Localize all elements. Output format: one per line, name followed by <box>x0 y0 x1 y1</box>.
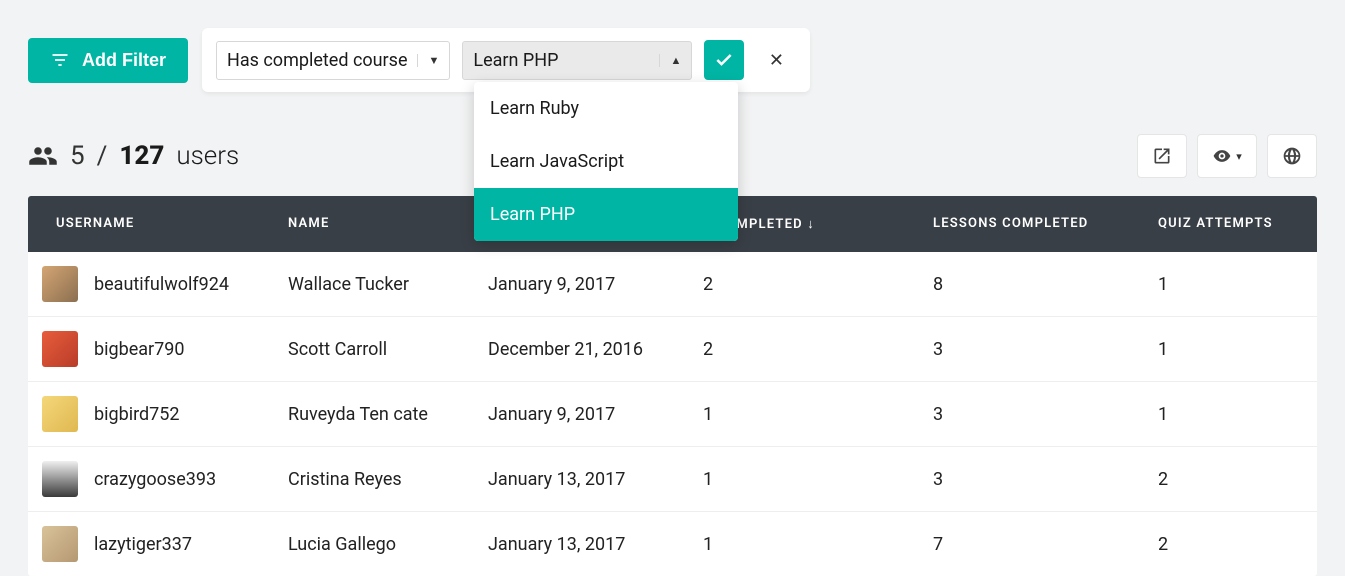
remove-filter-button[interactable]: ✕ <box>756 40 796 80</box>
cell-last: January 9, 2017 <box>468 260 683 309</box>
cell-courses-completed: 1 <box>683 390 913 439</box>
table-row[interactable]: crazygoose393 Cristina Reyes January 13,… <box>28 447 1317 512</box>
globe-icon <box>1282 146 1302 166</box>
add-filter-label: Add Filter <box>82 50 166 71</box>
close-icon: ✕ <box>769 50 784 70</box>
cell-lessons-completed: 3 <box>913 455 1138 504</box>
cell-quiz-attempts: 1 <box>1138 390 1317 439</box>
cell-username: lazytiger337 <box>94 534 192 555</box>
cell-username: beautifulwolf924 <box>94 274 229 295</box>
col-quiz-attempts[interactable]: QUIZ ATTEMPTS <box>1138 196 1317 252</box>
count-noun: users <box>176 141 239 171</box>
cell-username: bigbird752 <box>94 404 180 425</box>
col-username[interactable]: USERNAME <box>28 196 268 252</box>
cell-username: bigbear790 <box>94 339 184 360</box>
cell-name: Ruveyda Ten cate <box>268 390 468 439</box>
filter-card: Has completed course ▼ Learn PHP ▲ ✕ Lea… <box>202 28 810 92</box>
avatar <box>42 461 78 497</box>
user-count: 5 / 127 users <box>28 141 239 171</box>
cell-courses-completed: 2 <box>683 325 913 374</box>
table-row[interactable]: beautifulwolf924 Wallace Tucker January … <box>28 252 1317 317</box>
dropdown-option-selected[interactable]: Learn PHP <box>474 188 738 241</box>
cell-lessons-completed: 3 <box>913 390 1138 439</box>
cell-username: crazygoose393 <box>94 469 216 490</box>
cell-quiz-attempts: 2 <box>1138 520 1317 569</box>
chevron-up-icon: ▲ <box>670 54 681 67</box>
table-actions: ▾ <box>1137 134 1317 178</box>
filter-icon <box>50 50 70 70</box>
dropdown-option[interactable]: Learn JavaScript <box>474 135 738 188</box>
avatar <box>42 266 78 302</box>
cell-quiz-attempts: 1 <box>1138 325 1317 374</box>
cell-quiz-attempts: 1 <box>1138 260 1317 309</box>
visibility-button[interactable]: ▾ <box>1197 134 1257 178</box>
chevron-down-icon: ▾ <box>1236 150 1242 163</box>
avatar <box>42 396 78 432</box>
filter-criteria-value: Has completed course <box>227 50 407 71</box>
cell-courses-completed: 1 <box>683 455 913 504</box>
avatar <box>42 331 78 367</box>
cell-last: January 13, 2017 <box>468 455 683 504</box>
col-lessons-completed[interactable]: LESSONS COMPLETED <box>913 196 1138 252</box>
table-row[interactable]: bigbird752 Ruveyda Ten cate January 9, 2… <box>28 382 1317 447</box>
shown-count: 5 <box>70 141 85 171</box>
filter-bar: Add Filter Has completed course ▼ Learn … <box>28 28 1317 92</box>
cell-quiz-attempts: 2 <box>1138 455 1317 504</box>
chevron-down-icon: ▼ <box>428 54 439 67</box>
export-button[interactable] <box>1137 134 1187 178</box>
cell-name: Cristina Reyes <box>268 455 468 504</box>
dropdown-option[interactable]: Learn Ruby <box>474 82 738 135</box>
cell-lessons-completed: 7 <box>913 520 1138 569</box>
cell-last: December 21, 2016 <box>468 325 683 374</box>
cell-lessons-completed: 3 <box>913 325 1138 374</box>
users-table: USERNAME NAME LA S COMPLETED ↓ LESSONS C… <box>28 196 1317 576</box>
cell-name: Wallace Tucker <box>268 260 468 309</box>
cell-courses-completed: 2 <box>683 260 913 309</box>
cell-last: January 13, 2017 <box>468 520 683 569</box>
cell-courses-completed: 1 <box>683 520 913 569</box>
cell-last: January 9, 2017 <box>468 390 683 439</box>
total-count: 127 <box>119 141 164 171</box>
filter-value-select[interactable]: Learn PHP ▲ <box>462 41 692 80</box>
cell-name: Lucia Gallego <box>268 520 468 569</box>
cell-name: Scott Carroll <box>268 325 468 374</box>
check-icon <box>714 50 734 70</box>
add-filter-button[interactable]: Add Filter <box>28 38 188 83</box>
filter-value-value: Learn PHP <box>473 50 558 71</box>
col-name[interactable]: NAME <box>268 196 468 252</box>
export-icon <box>1152 146 1172 166</box>
public-button[interactable] <box>1267 134 1317 178</box>
users-icon <box>28 141 58 171</box>
eye-icon <box>1212 146 1232 166</box>
confirm-filter-button[interactable] <box>704 40 744 80</box>
filter-value-dropdown: Learn Ruby Learn JavaScript Learn PHP <box>474 82 738 241</box>
avatar <box>42 526 78 562</box>
filter-criteria-select[interactable]: Has completed course ▼ <box>216 41 450 80</box>
cell-lessons-completed: 8 <box>913 260 1138 309</box>
table-row[interactable]: bigbear790 Scott Carroll December 21, 20… <box>28 317 1317 382</box>
table-row[interactable]: lazytiger337 Lucia Gallego January 13, 2… <box>28 512 1317 576</box>
count-sep: / <box>97 141 108 171</box>
